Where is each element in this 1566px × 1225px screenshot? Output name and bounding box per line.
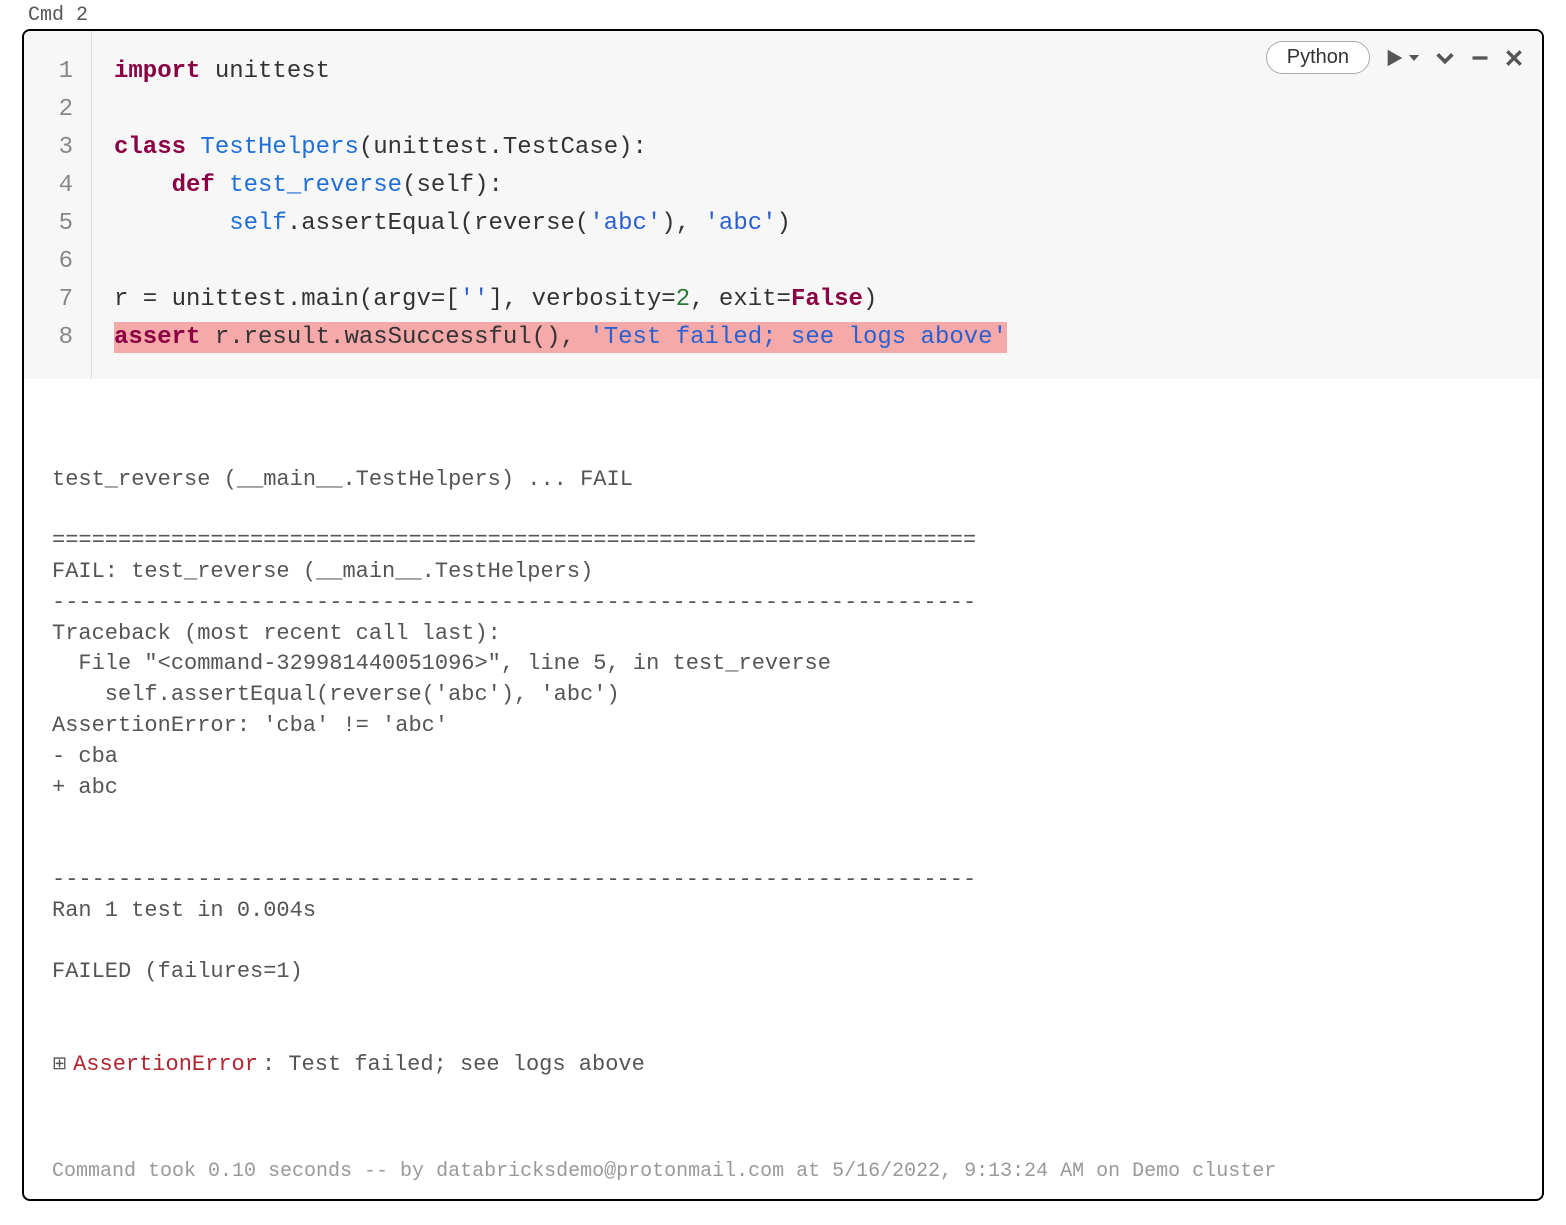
chevron-down-icon[interactable]	[1434, 47, 1456, 69]
expand-error-icon[interactable]: ⊞	[52, 1053, 67, 1078]
code-area[interactable]: Python 12345678 import unittest class Te…	[24, 31, 1542, 379]
cell-toolbar: Python	[1266, 41, 1524, 74]
run-button[interactable]	[1384, 47, 1420, 69]
output-area: test_reverse (__main__.TestHelpers) ... …	[24, 379, 1542, 1152]
error-message: : Test failed; see logs above	[262, 1050, 645, 1081]
cell-border: Python 12345678 import unittest class Te…	[22, 29, 1544, 1201]
assertion-error-line[interactable]: ⊞AssertionError: Test failed; see logs a…	[52, 1050, 1514, 1081]
line-number: 5	[24, 205, 91, 243]
notebook-cell: Cmd 2 Python 12345678 impor	[0, 0, 1566, 1201]
code-line[interactable]: assert r.result.wasSuccessful(), 'Test f…	[114, 319, 1542, 357]
code-line[interactable]: def test_reverse(self):	[114, 167, 1542, 205]
code-line[interactable]: class TestHelpers(unittest.TestCase):	[114, 129, 1542, 167]
language-dropdown[interactable]: Python	[1266, 41, 1370, 74]
code-editor[interactable]: import unittest class TestHelpers(unitte…	[92, 31, 1542, 379]
line-gutter: 12345678	[24, 31, 92, 379]
minimize-icon[interactable]	[1470, 48, 1490, 68]
line-number: 2	[24, 91, 91, 129]
highlighted-line: assert r.result.wasSuccessful(), 'Test f…	[114, 322, 1007, 353]
line-number: 4	[24, 167, 91, 205]
line-number: 8	[24, 319, 91, 357]
line-number: 1	[24, 53, 91, 91]
error-name: AssertionError	[73, 1050, 258, 1081]
line-number: 3	[24, 129, 91, 167]
line-number: 6	[24, 243, 91, 281]
code-line[interactable]	[114, 91, 1542, 129]
code-line[interactable]: self.assertEqual(reverse('abc'), 'abc')	[114, 205, 1542, 243]
code-line[interactable]: r = unittest.main(argv=[''], verbosity=2…	[114, 281, 1542, 319]
line-number: 7	[24, 281, 91, 319]
output-text: test_reverse (__main__.TestHelpers) ... …	[52, 465, 1514, 989]
code-line[interactable]	[114, 243, 1542, 281]
cmd-label: Cmd 2	[0, 0, 1566, 29]
execution-footer: Command took 0.10 seconds -- by databric…	[24, 1152, 1542, 1199]
close-icon[interactable]	[1504, 48, 1524, 68]
